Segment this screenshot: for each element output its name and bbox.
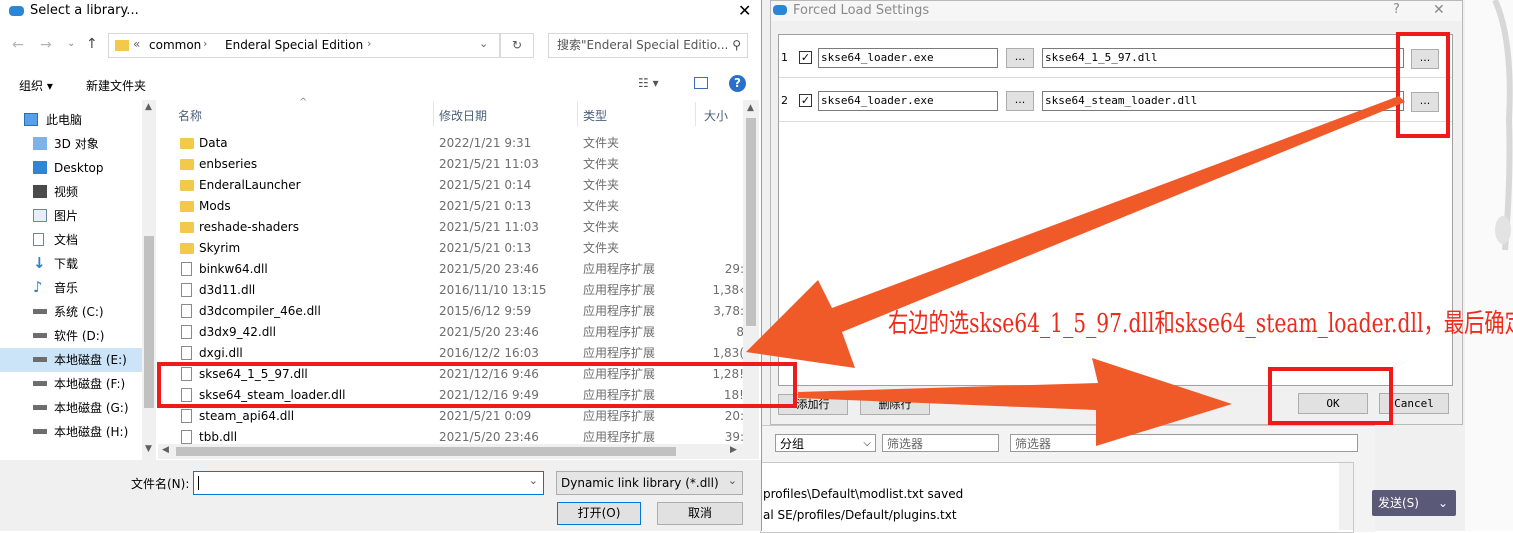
annotation-arrows: [746, 96, 1405, 446]
annotation-text: 右边的选skse64_1_5_97.dll和skse64_steam_loade…: [888, 309, 1513, 339]
arrow-right-icon: [798, 358, 1232, 446]
